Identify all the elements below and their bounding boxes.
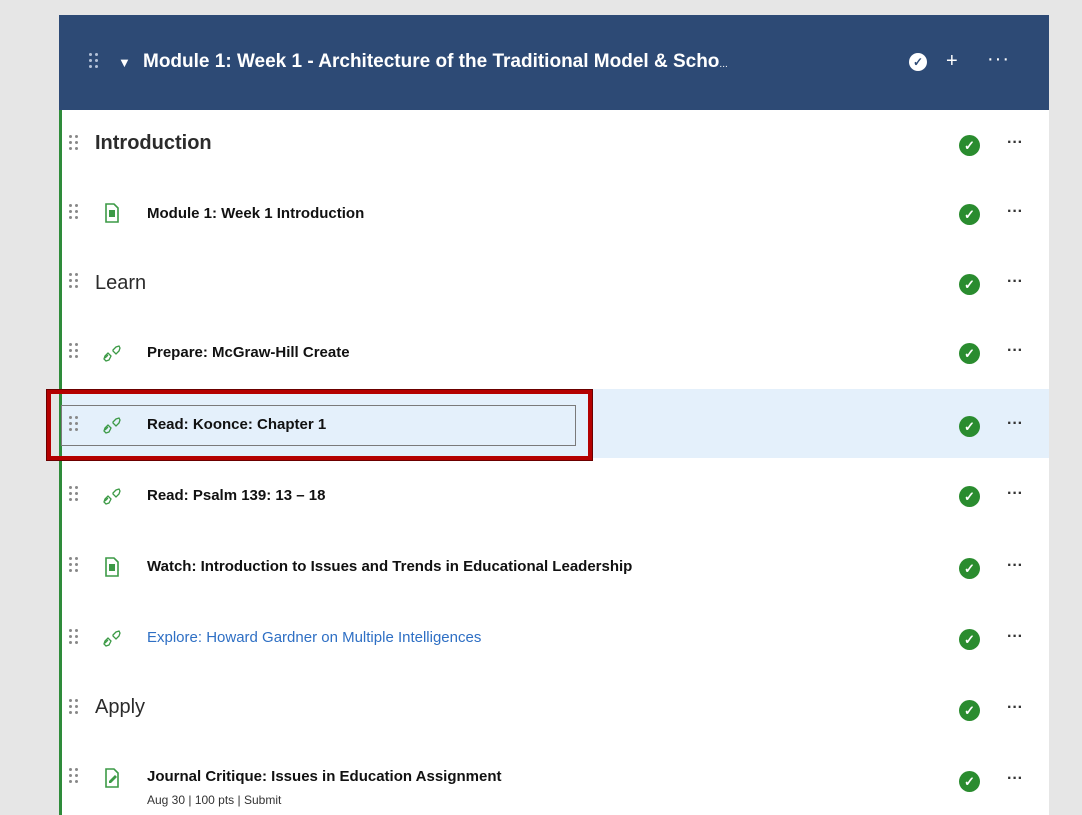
row-more-button[interactable]: ··· bbox=[1007, 342, 1023, 360]
published-icon[interactable]: ✓ bbox=[959, 343, 980, 364]
list-item[interactable]: Read: Psalm 139: 13 – 18 ✓ ··· bbox=[62, 461, 1049, 530]
row-more-button[interactable]: ··· bbox=[1007, 628, 1023, 646]
item-title[interactable]: Prepare: McGraw-Hill Create bbox=[147, 344, 350, 361]
section-title: Apply bbox=[95, 696, 146, 718]
published-icon[interactable]: ✓ bbox=[959, 135, 980, 156]
published-icon[interactable]: ✓ bbox=[959, 771, 980, 792]
drag-handle-icon[interactable] bbox=[69, 343, 78, 358]
link-icon bbox=[103, 488, 121, 505]
row-more-button[interactable]: ··· bbox=[1007, 273, 1023, 291]
row-more-button[interactable]: ··· bbox=[1007, 557, 1023, 575]
list-item[interactable]: Watch: Introduction to Issues and Trends… bbox=[62, 532, 1049, 601]
drag-handle-icon[interactable] bbox=[69, 768, 78, 783]
item-meta: Aug 30 | 100 pts | Submit bbox=[147, 793, 282, 807]
row-more-button[interactable]: ··· bbox=[1007, 699, 1023, 717]
add-item-button[interactable]: + bbox=[946, 50, 958, 73]
drag-handle-icon[interactable] bbox=[69, 557, 78, 572]
module-header[interactable]: ▼ Module 1: Week 1 - Architecture of the… bbox=[59, 15, 1049, 110]
drag-handle-icon[interactable] bbox=[69, 204, 78, 219]
published-icon[interactable]: ✓ bbox=[959, 629, 980, 650]
list-item[interactable]: Module 1: Week 1 Introduction ✓ ··· bbox=[62, 179, 1049, 248]
item-title[interactable]: Watch: Introduction to Issues and Trends… bbox=[147, 558, 632, 575]
published-icon[interactable]: ✓ bbox=[959, 274, 980, 295]
section-row-learn[interactable]: Learn ✓ ··· bbox=[62, 248, 1049, 317]
caret-down-icon[interactable]: ▼ bbox=[118, 55, 131, 70]
module-more-button[interactable]: ··· bbox=[987, 48, 1010, 71]
module-title: Module 1: Week 1 - Architecture of the T… bbox=[143, 51, 728, 72]
highlight-inner-border bbox=[61, 405, 576, 446]
drag-handle-icon[interactable] bbox=[69, 273, 78, 288]
list-item[interactable]: Journal Critique: Issues in Education As… bbox=[62, 743, 1049, 815]
item-title[interactable]: Module 1: Week 1 Introduction bbox=[147, 205, 364, 222]
drag-handle-icon[interactable] bbox=[69, 486, 78, 501]
section-row-introduction[interactable]: Introduction ✓ ··· bbox=[62, 110, 1049, 179]
row-more-button[interactable]: ··· bbox=[1007, 203, 1023, 221]
row-more-button[interactable]: ··· bbox=[1007, 770, 1023, 788]
section-title: Learn bbox=[95, 272, 147, 294]
drag-handle-icon[interactable] bbox=[69, 629, 78, 644]
assignment-icon bbox=[105, 768, 119, 788]
published-icon[interactable]: ✓ bbox=[959, 204, 980, 225]
module-published-icon[interactable]: ✓ bbox=[909, 53, 927, 71]
published-icon[interactable]: ✓ bbox=[959, 486, 980, 507]
row-more-button[interactable]: ··· bbox=[1007, 485, 1023, 503]
section-title: Introduction bbox=[95, 132, 212, 154]
item-title[interactable]: Journal Critique: Issues in Education As… bbox=[147, 768, 502, 785]
item-title[interactable]: Read: Psalm 139: 13 – 18 bbox=[147, 487, 325, 504]
published-icon[interactable]: ✓ bbox=[959, 700, 980, 721]
section-row-apply[interactable]: Apply ✓ ··· bbox=[62, 674, 1049, 743]
list-item[interactable]: Explore: Howard Gardner on Multiple Inte… bbox=[62, 603, 1049, 672]
list-item[interactable]: Prepare: McGraw-Hill Create ✓ ··· bbox=[62, 317, 1049, 386]
drag-handle-icon[interactable] bbox=[89, 53, 98, 68]
drag-handle-icon[interactable] bbox=[69, 135, 78, 150]
drag-handle-icon[interactable] bbox=[69, 699, 78, 714]
item-link[interactable]: Explore: Howard Gardner on Multiple Inte… bbox=[147, 629, 481, 646]
link-icon bbox=[103, 630, 121, 647]
published-icon[interactable]: ✓ bbox=[959, 416, 980, 437]
row-more-button[interactable]: ··· bbox=[1007, 134, 1023, 152]
row-more-button[interactable]: ··· bbox=[1007, 415, 1023, 433]
link-icon bbox=[103, 345, 121, 362]
document-icon bbox=[105, 203, 119, 223]
document-icon bbox=[105, 557, 119, 577]
published-icon[interactable]: ✓ bbox=[959, 558, 980, 579]
